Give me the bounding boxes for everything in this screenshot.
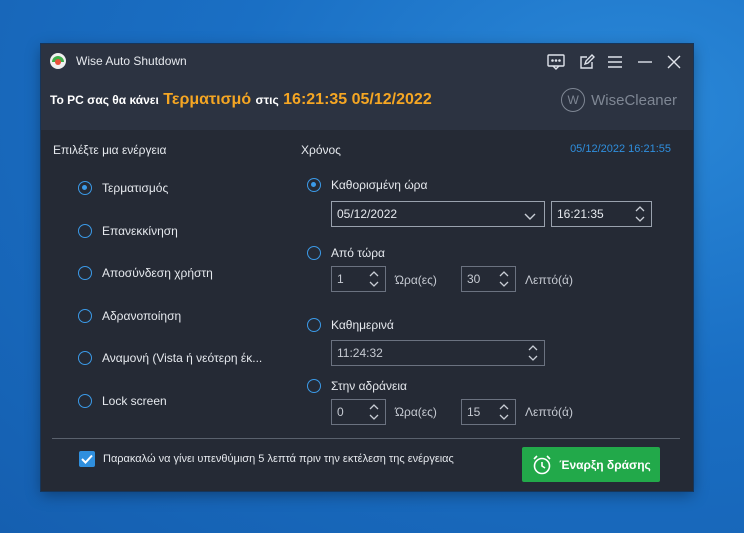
time-value: 11:24:32 bbox=[337, 346, 383, 360]
actions-label: Επιλέξτε μια ενέργεια bbox=[53, 143, 167, 157]
menu-icon[interactable] bbox=[604, 51, 626, 73]
action-shutdown[interactable]: Τερματισμός bbox=[78, 181, 168, 195]
wisecleaner-logo-icon: W bbox=[561, 88, 586, 112]
option-label: Από τώρα bbox=[331, 246, 385, 260]
wisecleaner-brand: W WiseCleaner bbox=[561, 88, 677, 112]
start-action-button[interactable]: Έναρξη δράσης bbox=[522, 447, 660, 482]
idle-hours-spinner[interactable]: 0 bbox=[331, 399, 386, 425]
brand-name: WiseCleaner bbox=[591, 91, 677, 109]
action-label: Lock screen bbox=[102, 394, 167, 408]
start-button-label: Έναρξη δράσης bbox=[559, 457, 651, 472]
action-restart[interactable]: Επανεκκίνηση bbox=[78, 224, 178, 238]
status-time: 16:21:35 05/12/2022 bbox=[283, 91, 432, 108]
footer-divider bbox=[52, 438, 680, 439]
edit-icon[interactable] bbox=[576, 51, 598, 73]
action-label: Αδρανοποίηση bbox=[102, 309, 182, 323]
from-now-hours-spinner[interactable]: 1 bbox=[331, 266, 386, 292]
spinner-arrows-icon[interactable] bbox=[497, 400, 511, 424]
status-prefix: Το PC σας θα κάνει bbox=[50, 93, 159, 107]
hours-unit-label: Ώρα(ες) bbox=[395, 273, 437, 287]
radio-button[interactable] bbox=[78, 224, 92, 238]
option-scheduled-time[interactable]: Καθορισμένη ώρα bbox=[307, 178, 427, 192]
current-datetime: 05/12/2022 16:21:55 bbox=[570, 143, 671, 155]
hours-value: 0 bbox=[337, 405, 344, 419]
radio-button[interactable] bbox=[307, 318, 321, 332]
from-now-minutes-spinner[interactable]: 30 bbox=[461, 266, 516, 292]
option-label: Καθορισμένη ώρα bbox=[331, 178, 428, 192]
radio-button[interactable] bbox=[78, 309, 92, 323]
feedback-icon[interactable] bbox=[545, 51, 567, 73]
hours-value: 1 bbox=[337, 272, 344, 286]
date-value: 05/12/2022 bbox=[337, 207, 398, 221]
shutdown-status: Το PC σας θα κάνει Τερματισμό στις 16:21… bbox=[50, 91, 432, 109]
spinner-arrows-icon[interactable] bbox=[633, 202, 647, 226]
spinner-arrows-icon[interactable] bbox=[367, 267, 381, 291]
radio-button[interactable] bbox=[307, 379, 321, 393]
status-mid: στις bbox=[255, 93, 279, 107]
radio-button[interactable] bbox=[78, 394, 92, 408]
action-label: Τερματισμός bbox=[102, 181, 169, 195]
app-window: Wise Auto Shutdown Το PC σας θα κάνει Τε… bbox=[41, 44, 693, 491]
action-label: Αποσύνδεση χρήστη bbox=[102, 266, 213, 280]
action-logoff[interactable]: Αποσύνδεση χρήστη bbox=[78, 266, 213, 280]
title-bar: Wise Auto Shutdown Το PC σας θα κάνει Τε… bbox=[41, 44, 693, 130]
action-sleep[interactable]: Αναμονή (Vista ή νεότερη έκ... bbox=[78, 351, 262, 365]
time-label: Χρόνος bbox=[301, 143, 341, 157]
time-value: 16:21:35 bbox=[557, 207, 604, 221]
reminder-checkbox[interactable] bbox=[79, 451, 95, 467]
radio-button[interactable] bbox=[78, 181, 92, 195]
alarm-clock-icon bbox=[533, 454, 551, 474]
option-daily[interactable]: Καθημερινά bbox=[307, 318, 394, 332]
date-dropdown[interactable]: 05/12/2022 bbox=[331, 201, 545, 227]
scheduled-time-spinner[interactable]: 16:21:35 bbox=[551, 201, 652, 227]
minimize-icon[interactable] bbox=[634, 51, 656, 73]
radio-button[interactable] bbox=[307, 178, 321, 192]
radio-button[interactable] bbox=[78, 351, 92, 365]
close-icon[interactable] bbox=[663, 51, 685, 73]
action-hibernate[interactable]: Αδρανοποίηση bbox=[78, 309, 181, 323]
status-action: Τερματισμό bbox=[163, 91, 252, 108]
chevron-down-icon[interactable] bbox=[524, 210, 536, 224]
minutes-unit-label: Λεπτό(ά) bbox=[525, 405, 573, 419]
radio-button[interactable] bbox=[78, 266, 92, 280]
radio-button[interactable] bbox=[307, 246, 321, 260]
app-logo-icon bbox=[50, 53, 66, 69]
action-label: Αναμονή (Vista ή νεότερη έκ... bbox=[102, 351, 263, 365]
reminder-label: Παρακαλώ να γίνει υπενθύμιση 5 λεπτά πρι… bbox=[103, 453, 454, 465]
action-label: Επανεκκίνηση bbox=[102, 224, 178, 238]
spinner-arrows-icon[interactable] bbox=[497, 267, 511, 291]
option-label: Καθημερινά bbox=[331, 318, 394, 332]
option-label: Στην αδράνεια bbox=[331, 379, 407, 393]
action-lock-screen[interactable]: Lock screen bbox=[78, 394, 167, 408]
window-title: Wise Auto Shutdown bbox=[76, 54, 187, 68]
daily-time-spinner[interactable]: 11:24:32 bbox=[331, 340, 545, 366]
checkmark-icon bbox=[81, 454, 93, 464]
idle-minutes-spinner[interactable]: 15 bbox=[461, 399, 516, 425]
hours-unit-label: Ώρα(ες) bbox=[395, 405, 437, 419]
option-from-now[interactable]: Από τώρα bbox=[307, 246, 385, 260]
spinner-arrows-icon[interactable] bbox=[526, 341, 540, 365]
minutes-unit-label: Λεπτό(ά) bbox=[525, 273, 573, 287]
minutes-value: 30 bbox=[467, 272, 481, 286]
minutes-value: 15 bbox=[467, 405, 481, 419]
spinner-arrows-icon[interactable] bbox=[367, 400, 381, 424]
option-idle[interactable]: Στην αδράνεια bbox=[307, 379, 407, 393]
